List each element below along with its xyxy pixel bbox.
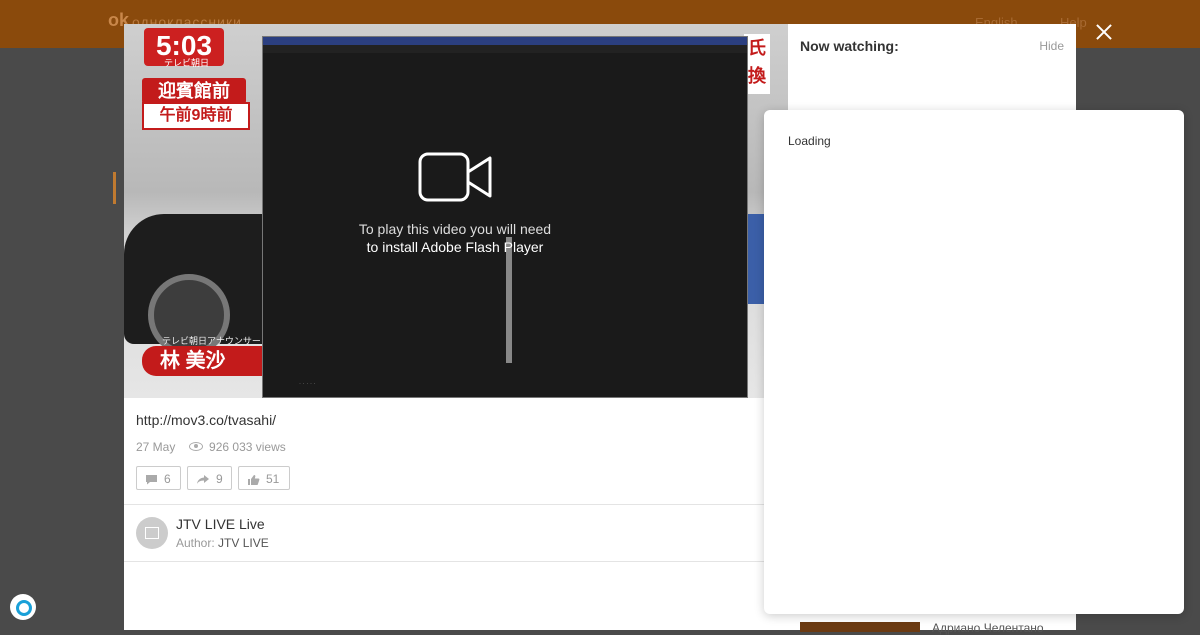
- now-watching-title: Now watching:: [800, 38, 899, 54]
- divider: [124, 561, 788, 562]
- flash-window: · · · · ·: [262, 36, 748, 398]
- hide-button[interactable]: Hide: [1039, 39, 1064, 53]
- loading-panel: Loading: [764, 110, 1184, 614]
- flash-status: · · · · ·: [299, 381, 316, 387]
- author-label: Author:: [176, 536, 215, 550]
- comments-button[interactable]: 6: [136, 466, 181, 490]
- author-name-link[interactable]: JTV LIVE: [218, 536, 269, 550]
- related-video-title[interactable]: Адриано Челентано: [932, 621, 1044, 635]
- video-player-card: 5:03 テレビ朝日 迎賓館前 午前9時前 テレビ朝日アナウンサー 林 美沙 氏…: [124, 24, 788, 630]
- share-icon: [197, 475, 209, 485]
- video-camera-icon: [418, 152, 492, 202]
- likes-count: 51: [266, 472, 280, 486]
- eye-icon: [188, 442, 203, 452]
- broadcast-hour: 午前9時前: [142, 102, 250, 130]
- flash-message-line1: To play this video you will need: [358, 221, 552, 237]
- help-bubble-icon[interactable]: [10, 594, 36, 620]
- close-icon[interactable]: [1090, 18, 1118, 46]
- comment-icon: [146, 475, 157, 485]
- shares-count: 9: [216, 472, 223, 486]
- flash-window-menubar: [263, 45, 747, 53]
- video-date: 27 May: [136, 440, 176, 454]
- video-meta: 27 May 926 033 views: [136, 440, 286, 454]
- flash-window-titlebar: [263, 37, 747, 45]
- channel-avatar[interactable]: [136, 517, 168, 549]
- comments-count: 6: [164, 472, 171, 486]
- broadcast-location: 迎賓館前: [142, 78, 246, 104]
- video-views: 926 033 views: [209, 440, 286, 454]
- video-title-link[interactable]: http://mov3.co/tvasahi/: [136, 412, 276, 428]
- like-button[interactable]: 51: [238, 466, 290, 490]
- video-area[interactable]: 5:03 テレビ朝日 迎賓館前 午前9時前 テレビ朝日アナウンサー 林 美沙 氏…: [124, 24, 788, 398]
- divider: [124, 504, 788, 505]
- channel-author: Author: JTV LIVE: [176, 536, 269, 550]
- loading-text: Loading: [788, 134, 831, 148]
- flash-install-link[interactable]: to install Adobe Flash Player: [262, 238, 648, 256]
- share-button[interactable]: 9: [187, 466, 232, 490]
- related-video-thumbnail[interactable]: [800, 622, 920, 632]
- background-accent: [113, 172, 116, 204]
- channel-title[interactable]: JTV LIVE Live: [176, 516, 265, 532]
- broadcast-channel: テレビ朝日: [164, 58, 210, 68]
- thumbs-up-icon: [248, 474, 260, 485]
